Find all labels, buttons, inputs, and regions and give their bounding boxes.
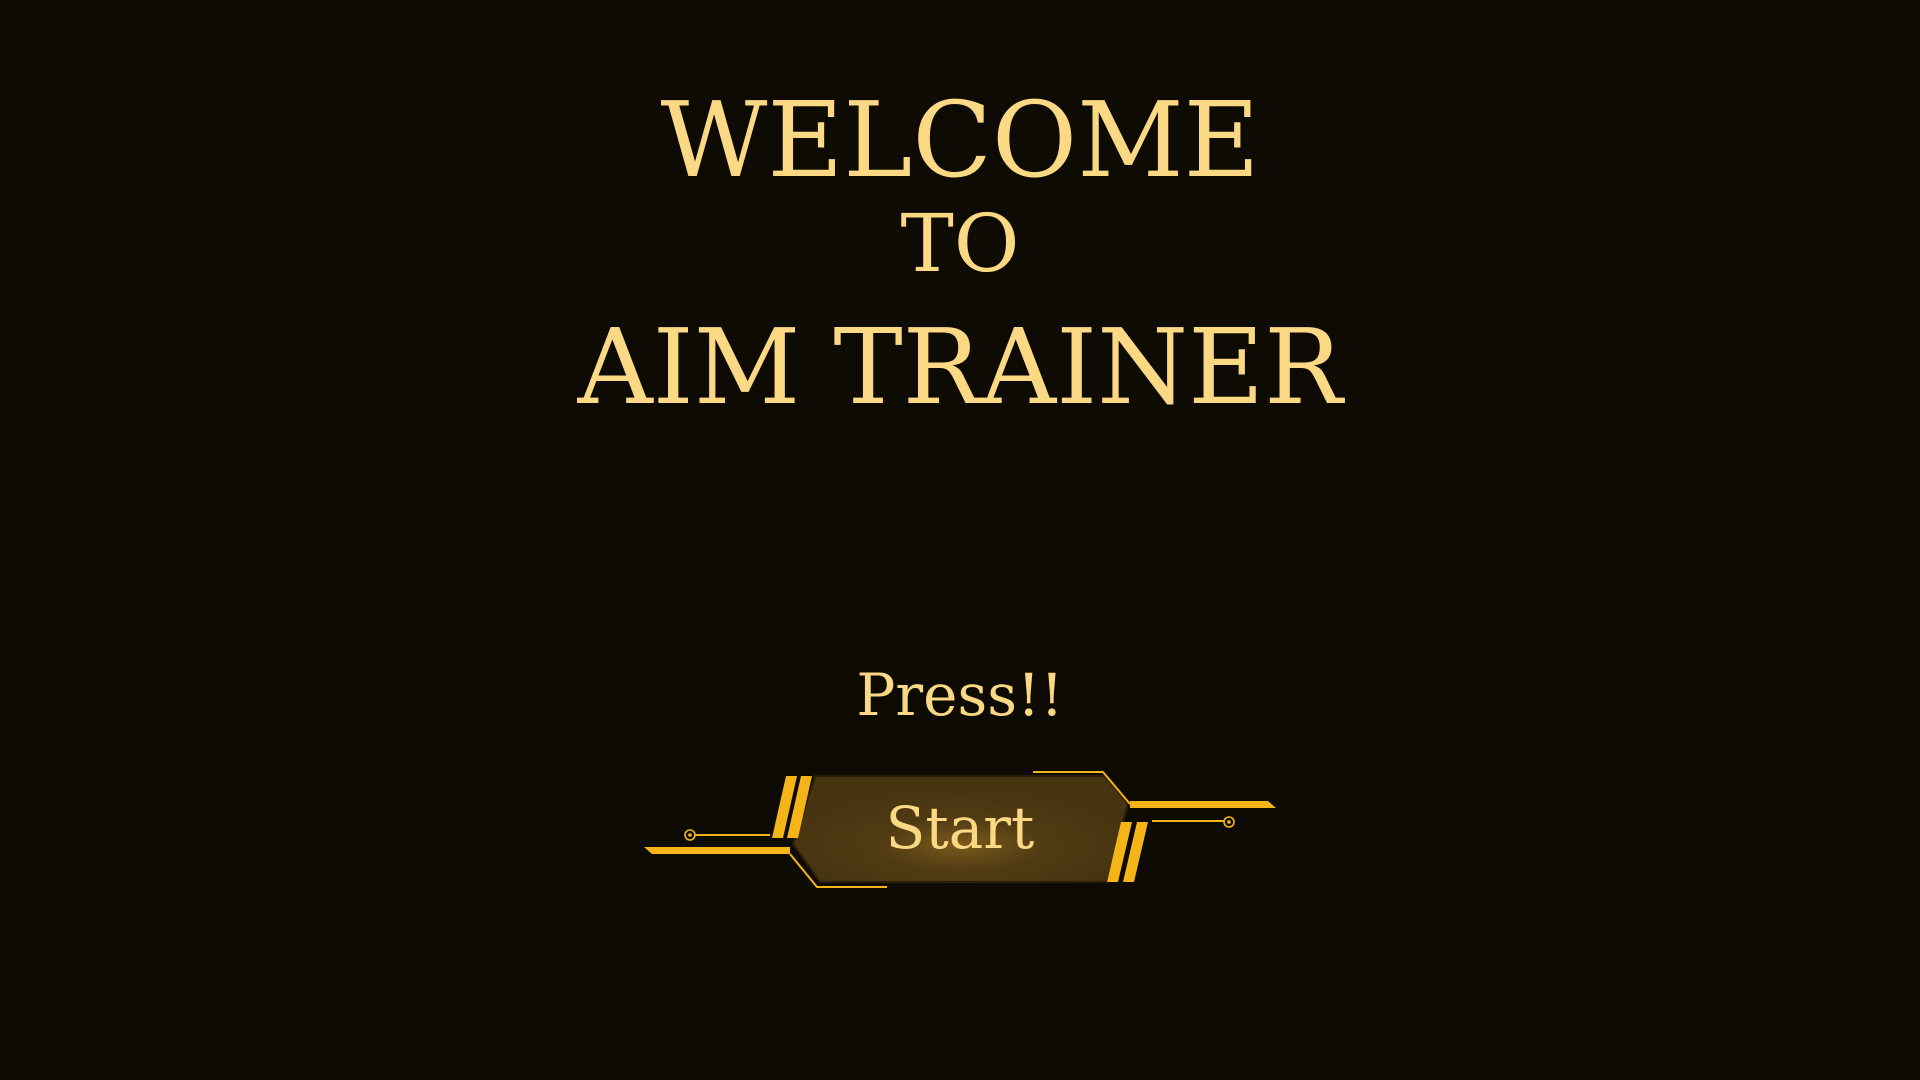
right-bar — [1130, 801, 1276, 808]
left-node-dot — [688, 833, 692, 837]
start-button-body — [791, 775, 1130, 883]
start-button[interactable]: Start — [640, 760, 1280, 900]
left-bar — [644, 847, 790, 854]
start-button-frame — [644, 771, 1276, 888]
right-node-dot — [1227, 820, 1231, 824]
press-prompt: Press!! — [856, 661, 1064, 729]
title-welcome: WELCOME — [660, 79, 1260, 201]
title-to: TO — [900, 197, 1020, 290]
title-aim-trainer: AIM TRAINER — [577, 306, 1343, 428]
